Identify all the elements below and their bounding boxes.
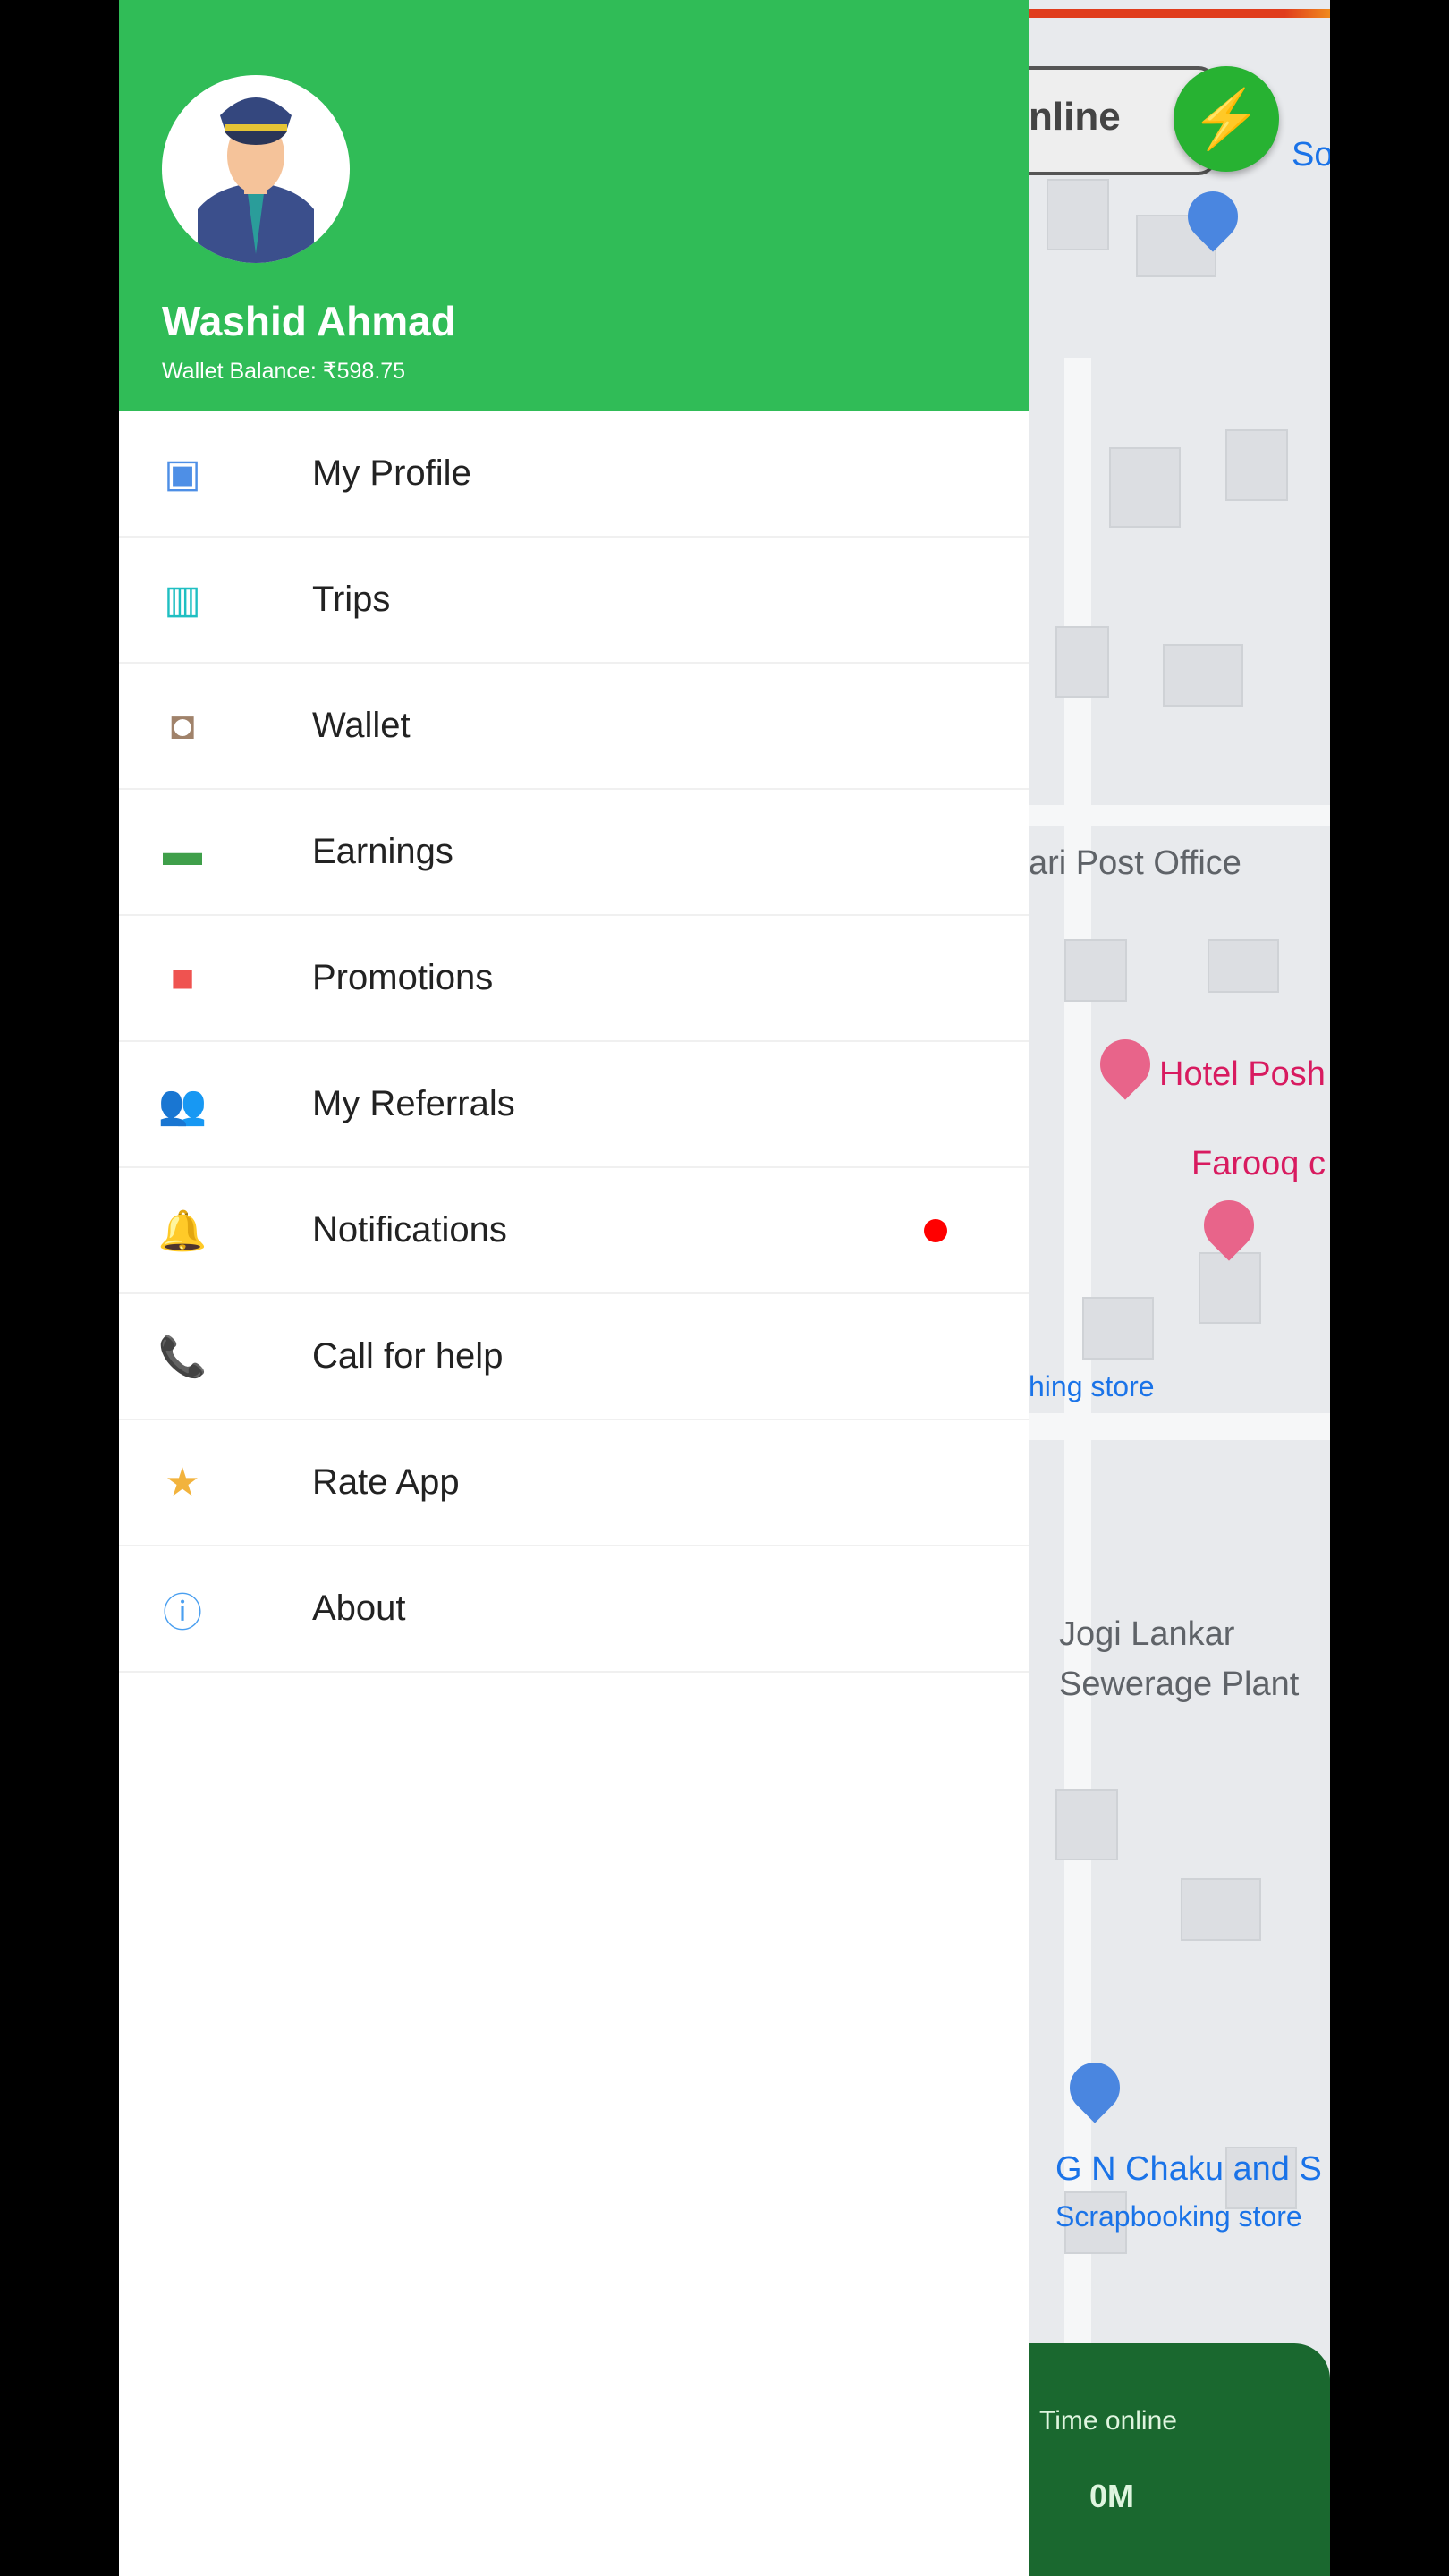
menu-item-label: Rate App	[312, 1462, 460, 1502]
hotel-pin-icon[interactable]	[1089, 1029, 1161, 1100]
map-label: Jogi Lankar	[1059, 1615, 1235, 1653]
menu-item-my-referrals[interactable]: 👥 My Referrals	[119, 1042, 1029, 1168]
top-progress-bar	[1029, 9, 1330, 18]
phone-icon: 📞	[157, 1335, 208, 1379]
time-online-panel: Time online 0M	[1029, 2343, 1330, 2576]
hotel-pin-icon[interactable]	[1193, 1190, 1265, 1261]
map-label: hing store	[1029, 1370, 1155, 1402]
menu-item-label: Earnings	[312, 832, 453, 871]
user-name: Washid Ahmad	[162, 298, 456, 344]
wallet-balance: Wallet Balance: ₹598.75	[162, 359, 406, 384]
menu-item-label: Wallet	[312, 706, 411, 745]
users-icon: 👥	[157, 1082, 208, 1127]
menu-item-label: Promotions	[312, 958, 494, 997]
menu-item-label: Call for help	[312, 1336, 504, 1376]
map-label: Scrapbooking store	[1055, 2200, 1302, 2233]
lightning-icon[interactable]: ⚡	[1174, 66, 1279, 172]
menu-item-call-for-help[interactable]: 📞 Call for help	[119, 1294, 1029, 1420]
menu-item-about[interactable]: ⓘ About	[119, 1546, 1029, 1673]
menu-item-label: My Profile	[312, 453, 471, 493]
map-label: G N Chaku and S	[1055, 2150, 1322, 2188]
menu-item-earnings[interactable]: ▬ Earnings	[119, 790, 1029, 916]
menu-item-label: Notifications	[312, 1210, 507, 1250]
drawer-header: Washid Ahmad Wallet Balance: ₹598.75	[119, 0, 1029, 411]
menu-item-wallet[interactable]: ◘ Wallet	[119, 664, 1029, 790]
map-view[interactable]: nline ⚡ Soba ari Post Office Hotel Posh …	[1029, 0, 1330, 2576]
map-label: Farooq c	[1191, 1145, 1326, 1182]
map-label: ari Post Office	[1029, 844, 1241, 882]
menu-item-label: About	[312, 1589, 406, 1628]
drawer-menu: ▣ My Profile ▥ Trips ◘ Wallet ▬ Earnings ■ Promot…	[119, 411, 1029, 1673]
navigation-drawer: Washid Ahmad Wallet Balance: ₹598.75 ▣ My…	[119, 0, 1029, 2576]
time-online-value: 0M	[1089, 2478, 1135, 2514]
contact-book-icon: ▣	[164, 452, 201, 496]
menu-item-promotions[interactable]: ■ Promotions	[119, 916, 1029, 1042]
map-label: Sewerage Plant	[1059, 1665, 1300, 1703]
star-icon: ★	[165, 1461, 200, 1504]
notification-badge	[924, 1218, 947, 1242]
menu-item-rate-app[interactable]: ★ Rate App	[119, 1420, 1029, 1546]
bell-icon: 🔔	[157, 1208, 208, 1253]
info-icon: ⓘ	[163, 1590, 202, 1635]
menu-item-label: My Referrals	[312, 1084, 515, 1123]
map-icon: ▥	[164, 578, 201, 622]
menu-item-notifications[interactable]: 🔔 Notifications	[119, 1168, 1029, 1294]
menu-item-label: Trips	[312, 580, 391, 619]
gift-icon: ■	[170, 955, 195, 1000]
online-status-text: nline	[1029, 95, 1121, 139]
time-online-label: Time online	[1039, 2406, 1177, 2436]
money-bill-icon: ▬	[163, 829, 202, 874]
wallet-icon: ◘	[170, 703, 195, 748]
menu-item-trips[interactable]: ▥ Trips	[119, 538, 1029, 664]
avatar[interactable]	[162, 75, 350, 263]
map-label: Soba	[1292, 136, 1330, 174]
menu-item-my-profile[interactable]: ▣ My Profile	[119, 411, 1029, 538]
map-label: Hotel Posh	[1159, 1055, 1326, 1093]
